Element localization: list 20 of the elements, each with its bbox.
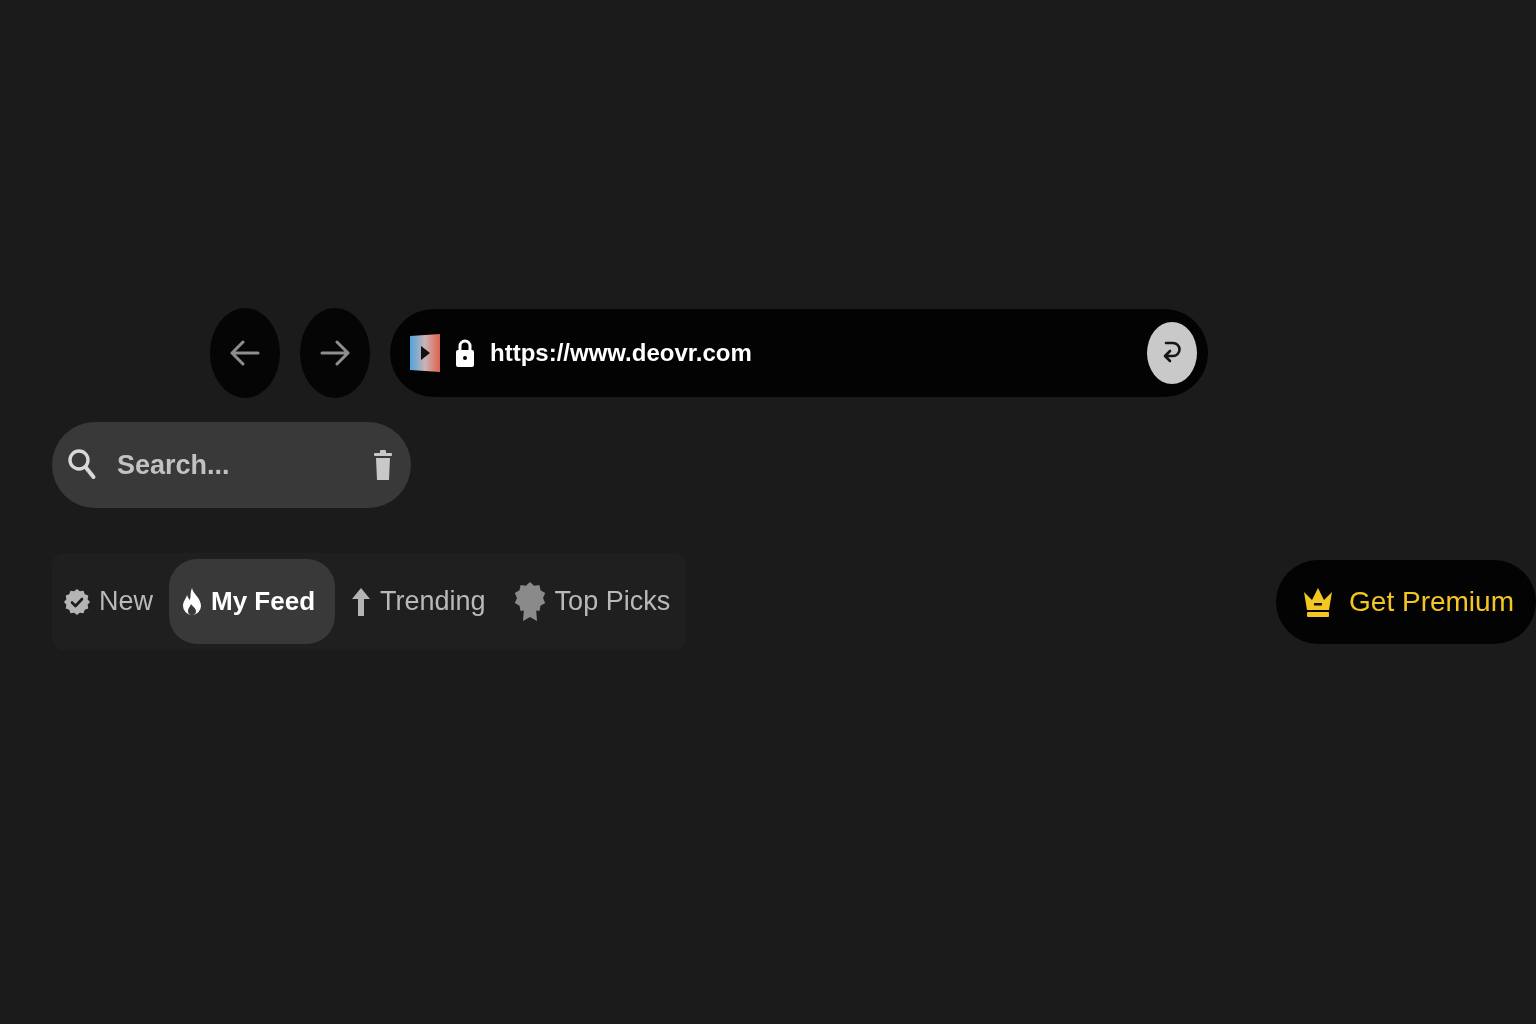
tab[interactable]: My Feed <box>169 559 336 644</box>
address-bar[interactable]: https://www.deovr.com <box>390 309 1208 397</box>
search-field[interactable]: Search... <box>117 449 353 481</box>
forward-arrow-icon <box>320 340 350 366</box>
back-arrow-icon <box>230 340 260 366</box>
up-arrow-icon <box>351 586 372 617</box>
tab[interactable]: New <box>52 559 165 644</box>
trash-icon[interactable] <box>373 449 393 481</box>
premium-button[interactable]: Get Premium <box>1276 559 1536 644</box>
play-logo-icon <box>410 334 440 372</box>
tab[interactable]: Top Picks <box>501 559 683 644</box>
lock-icon <box>455 338 475 368</box>
rosette-icon <box>513 581 546 622</box>
search-bar[interactable]: Search... <box>52 422 411 508</box>
verified-badge-icon <box>64 588 90 615</box>
reload-button[interactable] <box>1147 322 1197 384</box>
search-icon <box>67 448 97 482</box>
url-field[interactable]: https://www.deovr.com <box>490 339 1137 367</box>
flame-icon <box>182 586 202 617</box>
tab[interactable]: Trending <box>339 559 498 644</box>
